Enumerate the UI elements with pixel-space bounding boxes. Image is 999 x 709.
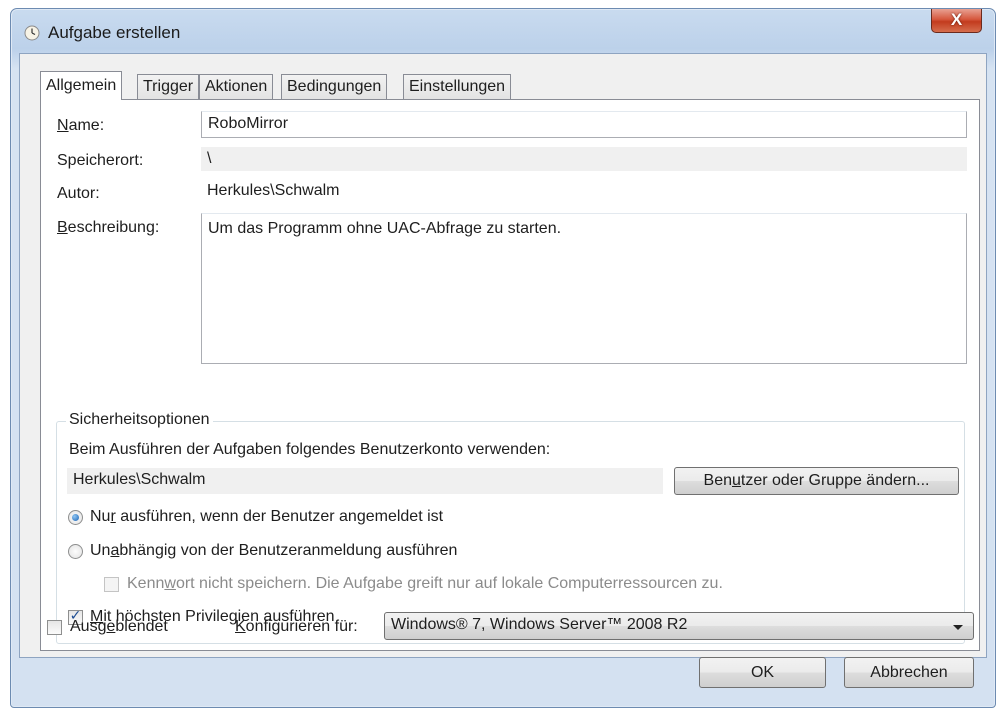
run-logged-on-label: Nur ausführen, wenn der Benutzer angemel… (90, 508, 444, 525)
no-password-label: Kennwort nicht speichern. Die Aufgabe gr… (127, 575, 723, 592)
tab-panel-allgemein: Name: RoboMirror Speicherort: \ Autor: H… (40, 99, 980, 651)
tab-label: Einstellungen (409, 78, 506, 95)
author-value: Herkules\Schwalm (201, 179, 967, 205)
tab-label: Allgemein (46, 77, 117, 94)
clock-icon (24, 25, 40, 41)
tab-einstellungen[interactable]: Einstellungen (403, 74, 512, 99)
name-field[interactable]: RoboMirror (201, 111, 967, 138)
run-logged-on-radio[interactable] (68, 510, 83, 525)
dialog-window: Aufgabe erstellen X Allgemein Trigger Ak… (10, 8, 996, 708)
configure-label: Konfigurieren für: (235, 618, 358, 635)
window-title: Aufgabe erstellen (48, 23, 181, 42)
location-value: \ (201, 147, 967, 171)
tab-label: Bedingungen (287, 78, 382, 95)
configure-dropdown[interactable]: Windows® 7, Windows Server™ 2008 R2 (384, 612, 974, 640)
title-bar[interactable]: Aufgabe erstellen X (11, 9, 995, 53)
chevron-down-icon (953, 625, 963, 630)
change-user-button-label: Benutzer oder Gruppe ändern... (703, 472, 930, 489)
configure-value: Windows® 7, Windows Server™ 2008 R2 (391, 616, 688, 633)
hidden-label: Ausgeblendet (70, 618, 168, 635)
author-label: Autor: (57, 185, 100, 202)
name-label: Name: (57, 117, 105, 134)
location-label: Speicherort: (57, 152, 144, 169)
dialog-client-area: Allgemein Trigger Aktionen Bedingungen E… (19, 53, 987, 658)
description-label: Beschreibung: (57, 219, 160, 236)
account-value: Herkules\Schwalm (67, 468, 663, 494)
ok-button[interactable]: OK (699, 657, 826, 688)
tab-allgemein[interactable]: Allgemein (40, 71, 123, 100)
tab-bedingungen[interactable]: Bedingungen (281, 74, 388, 99)
run-independent-radio[interactable] (68, 544, 83, 559)
description-field[interactable]: Um das Programm ohne UAC-Abfrage zu star… (201, 213, 967, 364)
run-independent-label: Unabhängig von der Benutzeranmeldung aus… (90, 542, 458, 559)
security-group-title: Sicherheitsoptionen (66, 411, 213, 429)
tab-label: Aktionen (205, 78, 268, 95)
tab-aktionen[interactable]: Aktionen (199, 74, 274, 99)
background-strip (0, 0, 999, 8)
cancel-button[interactable]: Abbrechen (844, 657, 974, 688)
hidden-checkbox[interactable] (47, 620, 62, 635)
tab-label: Trigger (143, 78, 194, 95)
security-options-group: Sicherheitsoptionen Beim Ausführen der A… (56, 411, 965, 644)
no-password-checkbox[interactable] (104, 577, 119, 592)
tab-trigger[interactable]: Trigger (137, 74, 200, 99)
change-user-button[interactable]: Benutzer oder Gruppe ändern... (674, 467, 959, 495)
close-icon: X (950, 10, 963, 29)
account-prompt: Beim Ausführen der Aufgaben folgendes Be… (69, 441, 551, 458)
close-button[interactable]: X (931, 9, 982, 33)
